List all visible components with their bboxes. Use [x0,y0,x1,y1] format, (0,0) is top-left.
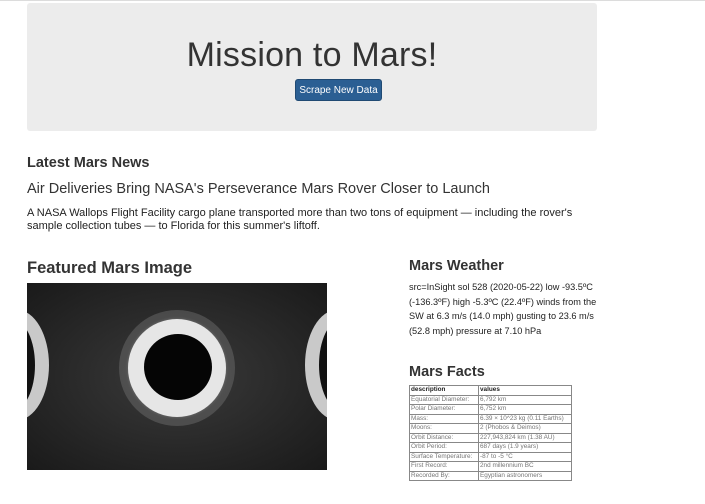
featured-image-heading: Featured Mars Image [27,259,193,277]
fact-description: Surface Temperature: [409,451,479,462]
fact-value: 2 (Phobos & Deimos) [478,423,572,434]
column-header-values: values [478,385,572,396]
table-row: Polar Diameter: 6,752 km [409,404,572,415]
table-row: Mass: 6.39 × 10^23 kg (0.11 Earths) [409,413,572,424]
fact-value: -87 to -5 °C [478,451,572,462]
fact-value: Egyptian astronomers [478,470,572,481]
news-paragraph: A NASA Wallops Flight Facility cargo pla… [27,207,573,232]
news-title: Air Deliveries Bring NASA's Perseverance… [27,181,490,197]
table-row: Moons: 2 (Phobos & Deimos) [409,423,572,434]
latest-news-heading: Latest Mars News [27,155,150,171]
scrape-new-data-button[interactable]: Scrape New Data [295,79,382,101]
featured-mars-image [0,283,369,470]
table-header-row: description values [409,385,572,396]
fact-description: Orbit Distance: [409,432,479,443]
top-border [0,0,705,1]
fact-value: 6,752 km [478,404,572,415]
fact-description: Moons: [409,423,479,434]
mars-facts-table: description values Equatorial Diameter: … [409,385,572,481]
table-row: Surface Temperature: -87 to -5 °C [409,451,572,462]
fact-description: Recorded By: [409,470,479,481]
mars-weather-text: src=InSight sol 528 (2020-05-22) low -93… [409,282,597,336]
table-row: Recorded By: Egyptian astronomers [409,470,572,481]
table-row: First Record: 2nd millennium BC [409,461,572,472]
mars-facts-heading: Mars Facts [409,364,485,380]
table-row: Equatorial Diameter: 6,792 km [409,394,572,405]
table-row: Orbit Period: 687 days (1.9 years) [409,442,572,453]
header-jumbotron: Mission to Mars! Scrape New Data [27,3,597,131]
column-header-description: description [409,385,479,396]
fact-value: 2nd millennium BC [478,461,572,472]
mars-weather-heading: Mars Weather [409,258,504,274]
fact-value: 6,792 km [478,394,572,405]
fact-description: Polar Diameter: [409,404,479,415]
fact-value: 227,943,824 km (1.38 AU) [478,432,572,443]
page-title: Mission to Mars! [186,36,438,74]
table-row: Orbit Distance: 227,943,824 km (1.38 AU) [409,432,572,443]
fact-value: 687 days (1.9 years) [478,442,572,453]
fact-description: Orbit Period: [409,442,479,453]
fact-description: Mass: [409,413,479,424]
fact-value: 6.39 × 10^23 kg (0.11 Earths) [478,413,572,424]
fact-description: First Record: [409,461,479,472]
fact-description: Equatorial Diameter: [409,394,479,405]
